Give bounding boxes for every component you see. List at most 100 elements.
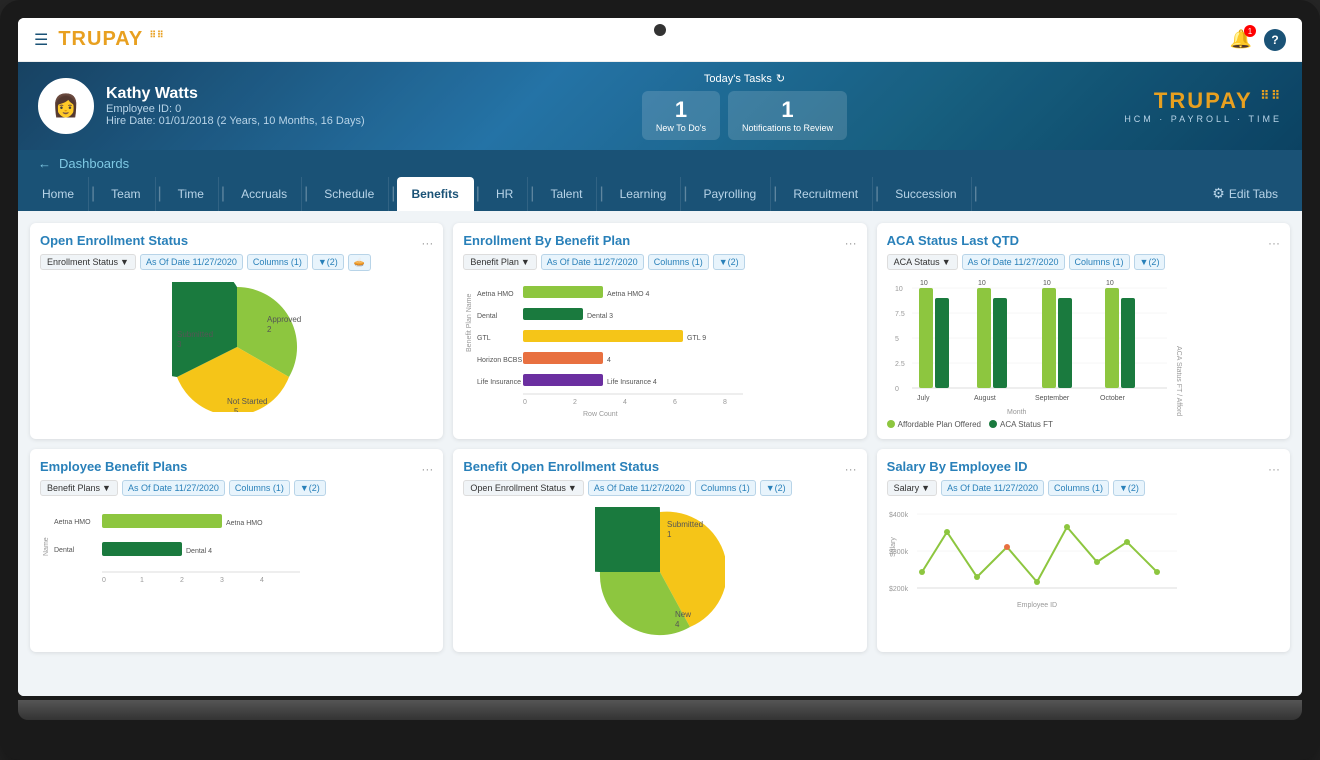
card5-pie: Submitted 1 New 4 <box>463 502 856 642</box>
pie-chart-1: Approved 2 Submitted 3 Not Started 5 <box>172 282 302 412</box>
svg-text:4: 4 <box>607 357 611 364</box>
bell-icon[interactable]: 🔔 1 <box>1230 29 1252 50</box>
task-notifications[interactable]: 1 Notifications to Review <box>728 91 847 140</box>
card4-toolbar: Benefit Plans ▼ As Of Date 11/27/2020 Co… <box>40 480 433 496</box>
svg-text:October: October <box>1100 395 1126 402</box>
edit-tabs-button[interactable]: ⚙ Edit Tabs <box>1198 177 1292 210</box>
refresh-icon[interactable]: ↻ <box>776 72 785 85</box>
tab-home[interactable]: Home <box>28 177 89 211</box>
hamburger-icon[interactable]: ☰ <box>34 30 48 50</box>
help-icon[interactable]: ? <box>1264 29 1286 51</box>
card1-pie: Approved 2 Submitted 3 Not Started 5 <box>40 277 433 417</box>
card2-asof[interactable]: As Of Date 11/27/2020 <box>541 254 644 270</box>
card5-columns[interactable]: Columns (1) <box>695 480 756 496</box>
card6-filter[interactable]: Salary ▼ <box>887 480 937 496</box>
tab-accruals[interactable]: Accruals <box>227 177 302 211</box>
card4-filter2[interactable]: ▼(2) <box>294 480 326 496</box>
svg-text:August: August <box>974 395 996 402</box>
gear-icon: ⚙ <box>1212 185 1225 202</box>
header-banner: 👩 Kathy Watts Employee ID: 0 Hire Date: … <box>18 62 1302 150</box>
card6-linechart: $400k $300k $200k <box>887 502 1280 602</box>
card4-barchart: Aetna HMO Aetna HMO Dental Dental 4 0 1 … <box>40 502 433 642</box>
tab-talent[interactable]: Talent <box>536 177 597 211</box>
card-employee-benefit-plans: Employee Benefit Plans ··· Benefit Plans… <box>30 449 443 652</box>
card4-asof[interactable]: As Of Date 11/27/2020 <box>122 480 225 496</box>
breadcrumb-label: Dashboards <box>59 156 129 171</box>
card2-filter2[interactable]: ▼(2) <box>713 254 745 270</box>
card4-title: Employee Benefit Plans <box>40 459 187 474</box>
svg-text:5: 5 <box>895 336 899 343</box>
svg-text:3: 3 <box>177 340 182 349</box>
card3-asof[interactable]: As Of Date 11/27/2020 <box>962 254 1065 270</box>
card6-filter2[interactable]: ▼(2) <box>1113 480 1145 496</box>
card1-columns[interactable]: Columns (1) <box>247 254 308 270</box>
card4-filter[interactable]: Benefit Plans ▼ <box>40 480 118 496</box>
svg-text:GTL: GTL <box>477 335 491 342</box>
svg-text:Name: Name <box>43 537 50 556</box>
card4-columns[interactable]: Columns (1) <box>229 480 290 496</box>
card3-filter2[interactable]: ▼(2) <box>1134 254 1166 270</box>
card2-columns[interactable]: Columns (1) <box>648 254 709 270</box>
card1-asof[interactable]: As Of Date 11/27/2020 <box>140 254 243 270</box>
tab-team[interactable]: Team <box>97 177 155 211</box>
tab-succession[interactable]: Succession <box>881 177 971 211</box>
card1-filter2[interactable]: ▼(2) <box>312 254 344 270</box>
svg-text:Aetna HMO: Aetna HMO <box>54 519 91 526</box>
card-benefit-enrollment-status: Benefit Open Enrollment Status ··· Open … <box>453 449 866 652</box>
brand-subtitle: HCM · PAYROLL · TIME <box>1124 114 1282 124</box>
svg-text:Row Count: Row Count <box>583 411 618 416</box>
svg-text:3: 3 <box>220 577 224 584</box>
svg-text:July: July <box>917 395 930 402</box>
tasks-section: Today's Tasks ↻ 1 New To Do's 1 Notifica… <box>642 72 847 140</box>
svg-text:5: 5 <box>234 407 239 412</box>
card6-title: Salary By Employee ID <box>887 459 1028 474</box>
card6-asof[interactable]: As Of Date 11/27/2020 <box>941 480 1044 496</box>
card1-view[interactable]: 🥧 <box>348 254 371 271</box>
svg-text:10: 10 <box>1043 280 1051 287</box>
svg-text:10: 10 <box>895 286 903 293</box>
tab-hr[interactable]: HR <box>482 177 528 211</box>
svg-text:4: 4 <box>623 399 627 406</box>
back-arrow[interactable]: ← <box>38 156 51 171</box>
card4-dots[interactable]: ··· <box>421 462 433 476</box>
card5-dots[interactable]: ··· <box>845 462 857 476</box>
line-chart-6: $400k $300k $200k <box>887 502 1280 612</box>
task-todos[interactable]: 1 New To Do's <box>642 91 720 140</box>
svg-text:Submitted: Submitted <box>667 520 703 529</box>
tab-time[interactable]: Time <box>164 177 219 211</box>
card2-filter[interactable]: Benefit Plan ▼ <box>463 254 536 270</box>
card5-filter2[interactable]: ▼(2) <box>760 480 792 496</box>
card1-filter[interactable]: Enrollment Status ▼ <box>40 254 136 270</box>
card3-title: ACA Status Last QTD <box>887 233 1019 248</box>
card2-toolbar: Benefit Plan ▼ As Of Date 11/27/2020 Col… <box>463 254 856 270</box>
nav-tabs: Home | Team | Time | Accruals | Schedule… <box>18 177 1302 211</box>
card6-dots[interactable]: ··· <box>1268 462 1280 476</box>
tab-benefits[interactable]: Benefits <box>397 177 473 211</box>
tab-learning[interactable]: Learning <box>606 177 682 211</box>
card5-asof[interactable]: As Of Date 11/27/2020 <box>588 480 691 496</box>
breadcrumb: ← Dashboards <box>18 150 1302 177</box>
tab-recruitment[interactable]: Recruitment <box>779 177 873 211</box>
card3-columns[interactable]: Columns (1) <box>1069 254 1130 270</box>
card5-title: Benefit Open Enrollment Status <box>463 459 659 474</box>
tab-payrolling[interactable]: Payrolling <box>690 177 772 211</box>
card3-filter[interactable]: ACA Status ▼ <box>887 254 958 270</box>
user-name: Kathy Watts <box>106 85 365 103</box>
svg-text:0: 0 <box>895 386 899 393</box>
svg-text:2: 2 <box>180 577 184 584</box>
tasks-title: Today's Tasks ↻ <box>642 72 847 85</box>
tab-schedule[interactable]: Schedule <box>310 177 389 211</box>
card1-toolbar: Enrollment Status ▼ As Of Date 11/27/202… <box>40 254 433 271</box>
svg-text:1: 1 <box>667 530 672 539</box>
card1-dots[interactable]: ··· <box>421 236 433 250</box>
task2-label: Notifications to Review <box>742 123 833 134</box>
card-enrollment-plan: Enrollment By Benefit Plan ··· Benefit P… <box>453 223 866 439</box>
user-section: 👩 Kathy Watts Employee ID: 0 Hire Date: … <box>38 78 365 134</box>
card6-columns[interactable]: Columns (1) <box>1048 480 1109 496</box>
svg-text:New: New <box>675 610 691 619</box>
card5-filter[interactable]: Open Enrollment Status ▼ <box>463 480 583 496</box>
svg-text:0: 0 <box>523 399 527 406</box>
card2-dots[interactable]: ··· <box>845 236 857 250</box>
svg-text:Dental: Dental <box>477 313 498 320</box>
card3-dots[interactable]: ··· <box>1268 236 1280 250</box>
